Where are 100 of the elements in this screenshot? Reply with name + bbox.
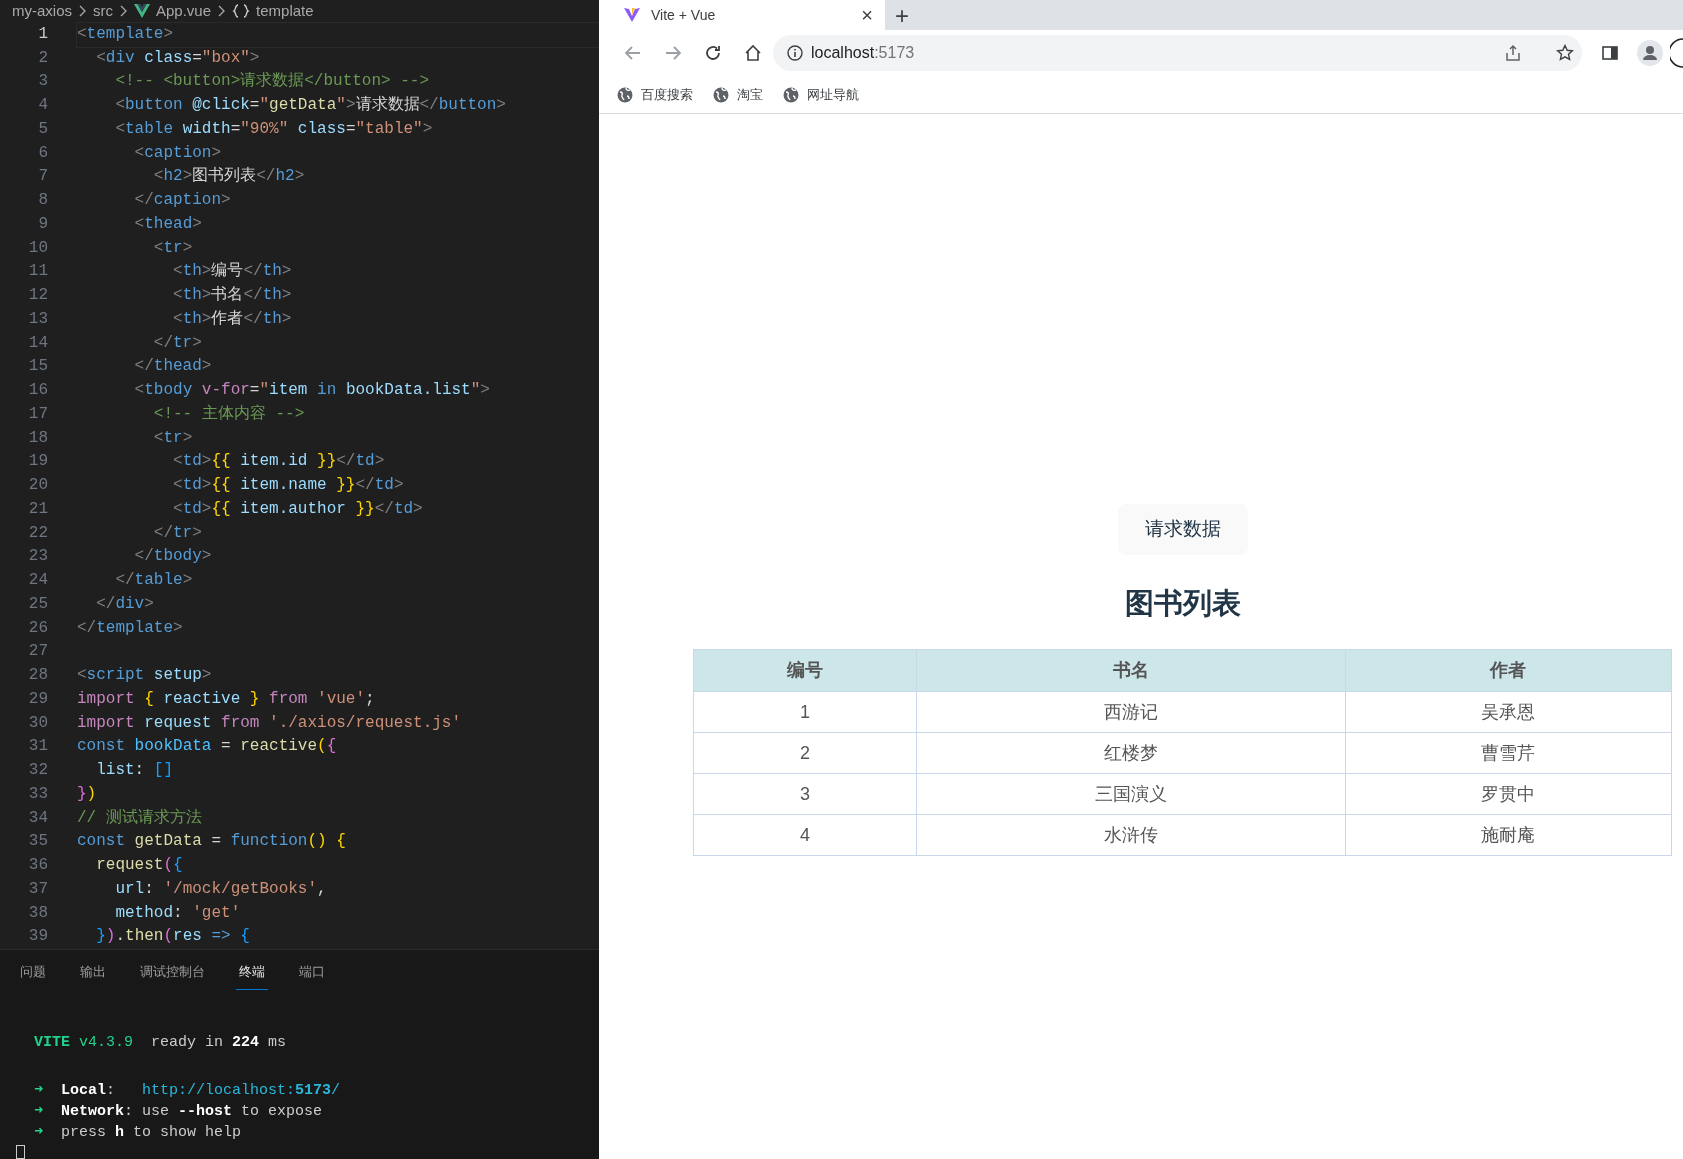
line-number: 37 bbox=[27, 878, 48, 900]
breadcrumb-item[interactable]: my-axios bbox=[12, 0, 72, 23]
column-header: 编号 bbox=[693, 649, 917, 692]
line-number: 23 bbox=[27, 546, 48, 568]
close-tab-button[interactable]: × bbox=[861, 5, 873, 25]
table-cell: 吴承恩 bbox=[1345, 691, 1672, 733]
panel-tab[interactable]: 输出 bbox=[77, 962, 109, 990]
code-line: }).then(res => { bbox=[95, 926, 251, 948]
home-icon bbox=[744, 44, 762, 62]
line-number: 7 bbox=[37, 166, 48, 188]
table-cell: 水浒传 bbox=[916, 814, 1346, 856]
code-line: <div class="box"> bbox=[95, 47, 261, 69]
code-line: import { reactive } from 'vue'; bbox=[77, 688, 376, 710]
breadcrumb-item[interactable]: src bbox=[93, 0, 113, 23]
line-number: 31 bbox=[27, 736, 48, 758]
column-header: 书名 bbox=[916, 649, 1346, 692]
line-number: 2 bbox=[37, 47, 48, 69]
breadcrumb-item[interactable]: App.vue bbox=[156, 0, 212, 23]
table-cell: 三国演义 bbox=[916, 773, 1346, 815]
line-number: 22 bbox=[27, 522, 48, 544]
share-icon[interactable] bbox=[1504, 44, 1522, 62]
line-number: 6 bbox=[37, 142, 48, 164]
bookmark[interactable]: 淘宝 bbox=[713, 84, 763, 105]
panel-tab[interactable]: 问题 bbox=[17, 962, 49, 990]
code-line: <th>书名</th> bbox=[172, 285, 293, 306]
globe-icon bbox=[617, 86, 633, 103]
bookmark[interactable]: 网址导航 bbox=[783, 84, 859, 105]
braces-icon bbox=[232, 3, 251, 20]
url-text: localhost:5173 bbox=[811, 43, 915, 63]
table-cell: 红楼梦 bbox=[916, 732, 1346, 774]
line-number: 33 bbox=[27, 783, 48, 805]
code-line: import request from './axios/request.js' bbox=[77, 712, 463, 734]
line-number: 13 bbox=[27, 308, 48, 330]
address-bar[interactable]: localhost:5173 bbox=[773, 35, 1582, 71]
new-tab-button[interactable]: + bbox=[885, 4, 909, 30]
menu-button-edge-icon[interactable] bbox=[1670, 38, 1683, 68]
code-line: <button @click="getData">请求数据</button> bbox=[114, 95, 507, 116]
table-cell: 2 bbox=[693, 732, 917, 774]
line-number: 27 bbox=[27, 641, 48, 663]
line-number: 34 bbox=[27, 807, 48, 829]
code-line: method: 'get' bbox=[114, 902, 242, 924]
line-number: 16 bbox=[27, 380, 48, 401]
request-data-button[interactable]: 请求数据 bbox=[1118, 504, 1248, 555]
forward-arrow-icon bbox=[664, 44, 682, 62]
line-number: 15 bbox=[27, 356, 48, 378]
line-number: 25 bbox=[27, 593, 48, 615]
reload-icon bbox=[704, 44, 722, 62]
line-number: 19 bbox=[27, 451, 48, 473]
line-number: 8 bbox=[37, 190, 48, 211]
line-number: 38 bbox=[27, 902, 48, 924]
code-line: </tbody> bbox=[133, 546, 213, 568]
column-header: 作者 bbox=[1345, 649, 1672, 692]
code-line: <tr> bbox=[152, 237, 194, 259]
info-icon bbox=[787, 45, 803, 61]
code-line: request({ bbox=[95, 855, 184, 876]
side-panel-icon bbox=[1601, 44, 1619, 62]
code-line: <caption> bbox=[133, 142, 223, 164]
chevron-icon bbox=[119, 5, 128, 18]
tab-title: Vite + Vue bbox=[651, 5, 717, 25]
line-number: 3 bbox=[37, 71, 48, 93]
panel-tab[interactable]: 端口 bbox=[296, 962, 328, 990]
line-number: 14 bbox=[27, 332, 48, 354]
panel-tab[interactable]: 调试控制台 bbox=[137, 962, 208, 990]
table-caption: 图书列表 bbox=[1123, 586, 1242, 621]
code-line: <!-- 主体内容 --> bbox=[152, 403, 306, 425]
table-cell: 4 bbox=[693, 814, 917, 856]
line-number: 1 bbox=[37, 23, 48, 45]
code-line: </table> bbox=[114, 570, 194, 591]
panel-tab[interactable]: 终端 bbox=[236, 962, 268, 990]
terminal-line: VITE v4.3.9 ready in 224 ms bbox=[34, 1033, 288, 1053]
terminal-line: ➜ Local: http://localhost:5173/ bbox=[34, 1081, 342, 1101]
code-line: // 测试请求方法 bbox=[77, 807, 203, 829]
code-line: <template> bbox=[77, 22, 599, 47]
breadcrumb-item[interactable]: template bbox=[256, 0, 314, 23]
chevron-icon bbox=[78, 5, 87, 18]
code-line: <table width="90%" class="table"> bbox=[114, 118, 434, 140]
line-number: 10 bbox=[27, 237, 48, 259]
code-line: <!-- <button>请求数据</button> --> bbox=[114, 71, 431, 93]
star-icon[interactable] bbox=[1556, 44, 1574, 62]
line-number: 35 bbox=[27, 831, 48, 853]
bookmark[interactable]: 百度搜索 bbox=[617, 84, 693, 105]
terminal-cursor bbox=[16, 1145, 25, 1159]
line-number: 21 bbox=[27, 498, 48, 520]
line-number: 11 bbox=[27, 261, 48, 283]
back-arrow-icon bbox=[624, 44, 642, 62]
code-line: </caption> bbox=[133, 190, 232, 211]
line-number: 28 bbox=[27, 665, 48, 686]
code-line: <tr> bbox=[152, 427, 194, 449]
code-line: }) bbox=[77, 783, 98, 805]
globe-icon bbox=[713, 86, 729, 103]
profile-icon bbox=[1637, 40, 1663, 66]
table-cell: 罗贯中 bbox=[1345, 773, 1672, 815]
code-line: <td>{{ item.author }}</td> bbox=[172, 498, 424, 520]
code-line: url: '/mock/getBooks', bbox=[114, 878, 328, 900]
line-number: 24 bbox=[27, 570, 48, 591]
browser-tab[interactable]: Vite + Vue × bbox=[599, 0, 885, 30]
line-number: 36 bbox=[27, 855, 48, 876]
code-line: <script setup> bbox=[77, 665, 213, 686]
line-number: 9 bbox=[37, 213, 48, 235]
code-line: <td>{{ item.name }}</td> bbox=[172, 475, 405, 496]
